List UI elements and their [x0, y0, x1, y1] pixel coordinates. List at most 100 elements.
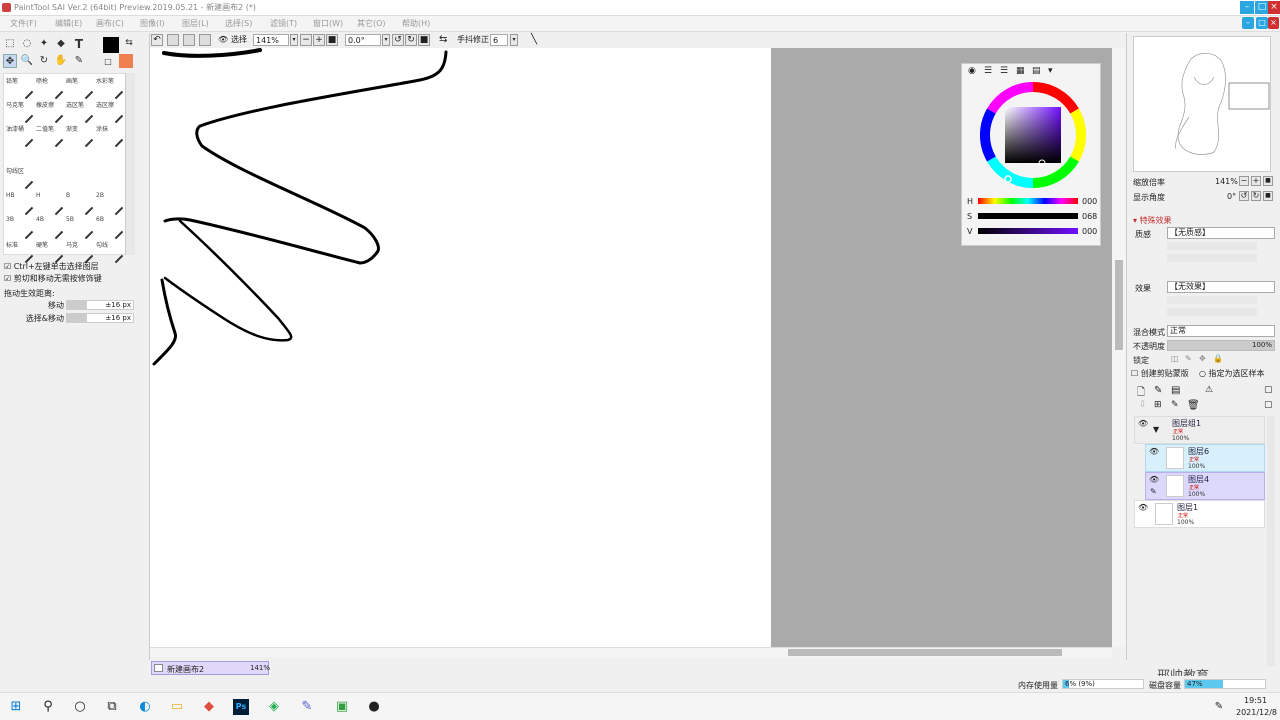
visibility-icon[interactable]: 👁: [1138, 420, 1148, 428]
task-view-icon[interactable]: ⧉: [103, 698, 121, 716]
effect-select[interactable]: 【无效果】: [1167, 281, 1275, 293]
checkbox-icon[interactable]: ☑: [4, 274, 11, 283]
windows-start-icon[interactable]: ⊞: [7, 698, 25, 716]
app-icon-3[interactable]: ▣: [333, 698, 351, 716]
clock-date[interactable]: 2021/12/8: [1236, 708, 1277, 717]
layer-scrollbar[interactable]: [1267, 416, 1275, 666]
photoshop-icon[interactable]: Ps: [233, 699, 249, 715]
brush-scrollbar[interactable]: [125, 73, 135, 255]
brush-cell[interactable]: 硬笔: [36, 240, 66, 264]
rotation-dropdown-icon[interactable]: ▾: [382, 34, 390, 46]
transfer-down-icon[interactable]: ⇩: [1139, 400, 1147, 410]
stabilizer-select[interactable]: 6: [490, 34, 508, 46]
app-icon-1[interactable]: ◆: [200, 698, 218, 716]
brush-cell[interactable]: 喷枪: [36, 76, 66, 100]
brush-cell[interactable]: 马克: [66, 240, 96, 264]
horizontal-scroll-thumb[interactable]: [788, 649, 1062, 656]
eye-icon[interactable]: 👁: [218, 34, 228, 46]
zoom-reset-button[interactable]: ■: [326, 34, 338, 46]
primary-color-swatch[interactable]: [103, 37, 119, 53]
nav-zoom-reset-button[interactable]: ■: [1263, 176, 1273, 186]
brush-cell[interactable]: 马克笔: [6, 100, 36, 124]
layer-row-4[interactable]: 👁 ✎ 图层4 正常 100%: [1145, 472, 1265, 500]
nav-rotate-right-button[interactable]: ↻: [1251, 191, 1261, 201]
horizontal-scrollbar[interactable]: [150, 647, 1112, 657]
selection-source-option[interactable]: ○ 指定为选区样本: [1199, 368, 1265, 379]
v-slider[interactable]: [978, 228, 1078, 234]
doc-minimize-button[interactable]: –: [1242, 17, 1254, 29]
app-icon-2[interactable]: ◈: [265, 698, 283, 716]
brush-cell[interactable]: B: [66, 192, 96, 216]
cut-move-option[interactable]: ☑ 剪切和移动无需按修饰键: [4, 273, 102, 284]
maximize-button[interactable]: □: [1255, 1, 1269, 14]
menu-canvas[interactable]: 画布(C): [96, 18, 124, 29]
menu-other[interactable]: 其它(O): [357, 18, 386, 29]
color-settings-icon[interactable]: ▾: [1048, 66, 1053, 76]
brush-cell[interactable]: 画笔: [66, 76, 96, 100]
brush-cell[interactable]: 2B: [96, 192, 126, 216]
nav-rotate-left-button[interactable]: ↺: [1239, 191, 1249, 201]
flip-icon[interactable]: ⇆: [439, 34, 447, 46]
magic-wand-icon[interactable]: ✦: [37, 37, 51, 51]
lock-all-icon[interactable]: 🔒: [1213, 354, 1223, 363]
menu-file[interactable]: 文件(F): [10, 18, 37, 29]
doc-close-button[interactable]: ×: [1268, 17, 1279, 29]
file-explorer-icon[interactable]: ▭: [168, 698, 186, 716]
select-move-distance-slider[interactable]: ±16 px: [66, 313, 134, 323]
zoom-in-button[interactable]: +: [313, 34, 325, 46]
transparent-color-icon[interactable]: □: [101, 55, 115, 69]
brush-cell[interactable]: 油漆桶: [6, 124, 36, 148]
menu-window[interactable]: 窗口(W): [313, 18, 343, 29]
menu-image[interactable]: 图像(I): [140, 18, 165, 29]
eyedropper-icon[interactable]: ✎: [72, 54, 86, 68]
brush-cell[interactable]: H: [36, 192, 66, 216]
brush-cell[interactable]: 4B: [36, 216, 66, 240]
swatch-tab-icon[interactable]: ▦: [1016, 66, 1025, 76]
secondary-color-swatch[interactable]: [119, 54, 133, 68]
h-slider[interactable]: [978, 198, 1078, 204]
menu-select[interactable]: 选择(S): [225, 18, 252, 29]
text-tool-icon[interactable]: T: [72, 37, 86, 51]
group-expand-icon[interactable]: ▼: [1153, 425, 1159, 434]
search-icon[interactable]: ⚲: [39, 698, 57, 716]
sai-icon[interactable]: ✎: [298, 698, 316, 716]
show-selection-icon[interactable]: [199, 34, 211, 46]
scratchpad-tab-icon[interactable]: ▤: [1032, 66, 1041, 76]
swap-colors-icon[interactable]: ⇆: [122, 36, 136, 50]
rotation-select[interactable]: 0.0°: [345, 34, 381, 46]
edge-icon[interactable]: ◐: [136, 698, 154, 716]
clock-time[interactable]: 19:51: [1244, 696, 1267, 705]
layer-row-group1[interactable]: 👁 ▼ 图层组1 正常 100%: [1134, 416, 1265, 444]
brush-cell[interactable]: 勾线区: [6, 166, 36, 190]
checkbox-icon[interactable]: ☑: [4, 262, 11, 271]
visibility-icon[interactable]: 👁: [1149, 448, 1159, 456]
nav-rotate-reset-button[interactable]: ■: [1263, 191, 1273, 201]
layer-row-1[interactable]: 👁 图层1 正常 100%: [1134, 500, 1265, 528]
navigator-preview[interactable]: [1133, 36, 1271, 172]
brush-cell[interactable]: 标准: [6, 240, 36, 264]
clip-option[interactable]: ☐ 创建剪贴蒙版: [1131, 368, 1189, 379]
undo-icon[interactable]: ↶: [151, 34, 163, 46]
zoom-icon[interactable]: 🔍: [20, 54, 34, 68]
brush-cell[interactable]: 6B: [96, 216, 126, 240]
brush-cell[interactable]: 选区笔: [66, 100, 96, 124]
vertical-scrollbar[interactable]: [1112, 48, 1126, 647]
rect-select-icon[interactable]: ⬚: [3, 37, 17, 51]
vertical-scroll-thumb[interactable]: [1115, 260, 1123, 350]
lock-transparency-icon[interactable]: ◫: [1171, 354, 1179, 363]
invert-icon[interactable]: [183, 34, 195, 46]
menu-filter[interactable]: 滤镜(T): [270, 18, 297, 29]
zoom-out-button[interactable]: −: [300, 34, 312, 46]
doc-restore-button[interactable]: □: [1256, 17, 1268, 29]
layer-options-icon[interactable]: ▢: [1264, 400, 1273, 410]
move-distance-slider[interactable]: ±16 px: [66, 300, 134, 310]
canvas-tab[interactable]: 新建画布2 141%: [151, 661, 270, 675]
blend-mode-select[interactable]: 正常: [1167, 325, 1275, 337]
visibility-icon[interactable]: 👁: [1138, 504, 1148, 512]
close-button[interactable]: ×: [1268, 1, 1280, 14]
s-slider[interactable]: [978, 213, 1078, 219]
rotate-left-button[interactable]: ↺: [392, 34, 404, 46]
hsv-slider-tab-icon[interactable]: ☰: [1000, 66, 1008, 76]
pen-tray-icon[interactable]: ✎: [1210, 698, 1228, 716]
rotate-icon[interactable]: ↻: [37, 54, 51, 68]
